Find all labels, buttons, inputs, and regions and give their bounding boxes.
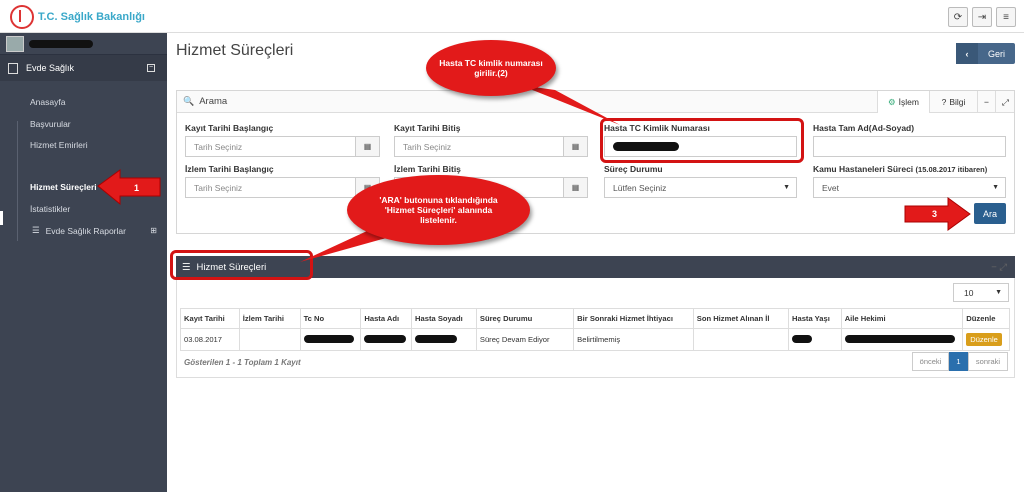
- arrow-3-number: 3: [932, 209, 937, 219]
- callout-pointer-1: [520, 85, 620, 125]
- callout-search: 'ARA' butonuna tıklandığında 'Hizmet Sür…: [347, 175, 530, 245]
- arrow-1-number: 1: [134, 183, 139, 193]
- arrow-3: [904, 197, 971, 231]
- callout-tc: Hasta TC kimlik numarası girilir.(2): [426, 40, 556, 96]
- arrow-1: [97, 169, 161, 206]
